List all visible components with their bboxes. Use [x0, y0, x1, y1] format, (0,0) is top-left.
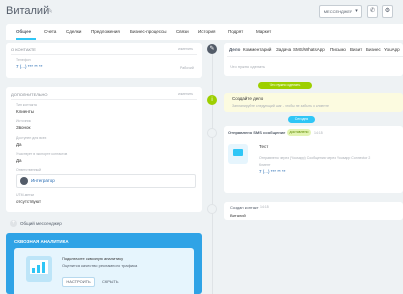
field-label: UTM-метки [16, 193, 35, 197]
created-time: 14:15 [260, 205, 269, 209]
pencil-icon: ✎ [207, 44, 217, 54]
divider [227, 56, 403, 57]
todo-card: Создайте дело Запланируйте следующий шаг… [224, 93, 403, 112]
analytics-promo: СКВОЗНАЯ АНАЛИТИКА Подключите сквозную а… [6, 233, 202, 294]
field-label: Источник [16, 119, 31, 123]
composer-tab-visit[interactable]: Визит [350, 47, 362, 52]
sms-time: 14:15 [314, 131, 323, 135]
tab-invoices[interactable]: Счета [44, 29, 56, 34]
phone-icon[interactable]: ✆ [367, 5, 378, 18]
timeline-line [212, 50, 213, 294]
tab-bar: Общее Счета Сделки Предложения Бизнес-пр… [6, 24, 403, 40]
composer-input[interactable]: Что нужно сделать [230, 64, 265, 69]
tab-links[interactable]: Связи [176, 29, 189, 34]
extra-change-link[interactable]: изменить [178, 92, 193, 96]
add-section-link[interactable]: Общий мессенджер [20, 221, 62, 226]
info-icon: i [207, 95, 217, 105]
field-value: Да [16, 158, 22, 163]
composer-tab-email[interactable]: Письмо [330, 47, 346, 52]
hide-link[interactable]: СКРЫТЬ [102, 279, 119, 284]
responsible-box[interactable]: Интегратор [16, 174, 196, 188]
configure-button[interactable]: НАСТРОИТЬ [62, 277, 95, 287]
field-value: отсутствуют [16, 199, 42, 204]
page-header: Виталий ✎ МЕССЕНДЖЕРЫ ▾ ✆ ⚙ [0, 0, 403, 24]
sms-card: Отправлено SMS сообщение доставлено 14:1… [224, 126, 403, 193]
tab-workflows[interactable]: Бизнес-процессы [130, 29, 166, 34]
field-value: Да [16, 142, 22, 147]
composer-tab-task[interactable]: Дело [229, 47, 240, 52]
created-name: Виталий [230, 213, 246, 218]
about-change-link[interactable]: изменить [178, 47, 193, 51]
field-label: Ответственный [16, 168, 41, 172]
extra-card: ДОПОЛНИТЕЛЬНО изменить Тип контакта Клие… [6, 87, 202, 212]
todo-title: Создайте дело [232, 96, 264, 101]
page-title: Виталий [6, 5, 50, 17]
message-dot [207, 128, 217, 138]
chat-icon [228, 144, 248, 164]
created-card: Создан контакт 14:15 Виталий [224, 202, 403, 220]
today-pill: Сегодня [288, 116, 315, 123]
tab-quotes[interactable]: Предложения [91, 29, 120, 34]
field-label: Доступен для всех [16, 136, 47, 140]
phone-type: Рабочий [180, 66, 194, 70]
tab-deals[interactable]: Сделки [66, 29, 81, 34]
composer-tab-sms[interactable]: SMS/WhatsApp [293, 47, 325, 52]
avatar [20, 177, 28, 185]
analytics-icon [26, 256, 52, 282]
promo-line2: Оценится качество рекламного трафика [62, 263, 138, 268]
sms-client-label: Клиент [259, 163, 271, 167]
tab-history[interactable]: История [198, 29, 215, 34]
promo-body: Подключите сквозную аналитику Оценится к… [14, 248, 194, 294]
active-tab-indicator [16, 38, 36, 40]
field-value: Клиенты [16, 109, 35, 114]
composer-tab-youapp[interactable]: YouApp [384, 47, 400, 52]
phone-value[interactable]: 7 (...) *** ** ** [16, 64, 43, 69]
phone-label: Телефон [16, 58, 31, 62]
plus-icon[interactable]: + [10, 220, 17, 227]
field-value: Звонок [16, 125, 31, 130]
divider [11, 54, 197, 55]
composer-tab-comment[interactable]: Комментарий [243, 47, 271, 52]
activity-composer: Дело Комментарий Задача SMS/WhatsApp Пис… [224, 43, 403, 76]
chevron-down-icon[interactable]: ▾ [352, 5, 362, 18]
composer-tab-todo[interactable]: Задача [276, 47, 291, 52]
about-heading: О КОНТАКТЕ [11, 47, 36, 52]
tab-general[interactable]: Общее [16, 29, 31, 34]
field-label: Тип контакта [16, 103, 37, 107]
responsible-name[interactable]: Интегратор [31, 178, 55, 183]
sms-meta: Отправлено через (Yousapp) Сообщения чер… [259, 156, 371, 160]
promo-line1: Подключите сквозную аналитику [62, 256, 124, 261]
sms-client-phone[interactable]: 7 (...) *** ** ** [259, 169, 286, 174]
planned-pill: Что нужно сделать [258, 82, 312, 89]
created-dot [207, 204, 217, 214]
todo-text: Запланируйте следующий шаг - чтобы не за… [232, 104, 329, 108]
field-label: Участвует в экспорте контактов [16, 152, 68, 156]
tab-podryad[interactable]: Подрят [228, 29, 243, 34]
tab-market[interactable]: Маркет [256, 29, 271, 34]
gear-icon[interactable]: ⚙ [382, 5, 393, 18]
divider [11, 99, 197, 100]
extra-heading: ДОПОЛНИТЕЛЬНО [11, 92, 48, 97]
promo-title: СКВОЗНАЯ АНАЛИТИКА [14, 239, 69, 244]
composer-tab-business[interactable]: Бизнес [366, 47, 381, 52]
status-badge: доставлено [287, 129, 311, 136]
about-card: О КОНТАКТЕ изменить Телефон 7 (...) *** … [6, 43, 202, 78]
sms-text: Тест [259, 144, 269, 149]
created-title: Создан контакт [230, 205, 259, 210]
edit-title-icon[interactable]: ✎ [47, 7, 53, 15]
sms-title: Отправлено SMS сообщение [228, 130, 286, 135]
